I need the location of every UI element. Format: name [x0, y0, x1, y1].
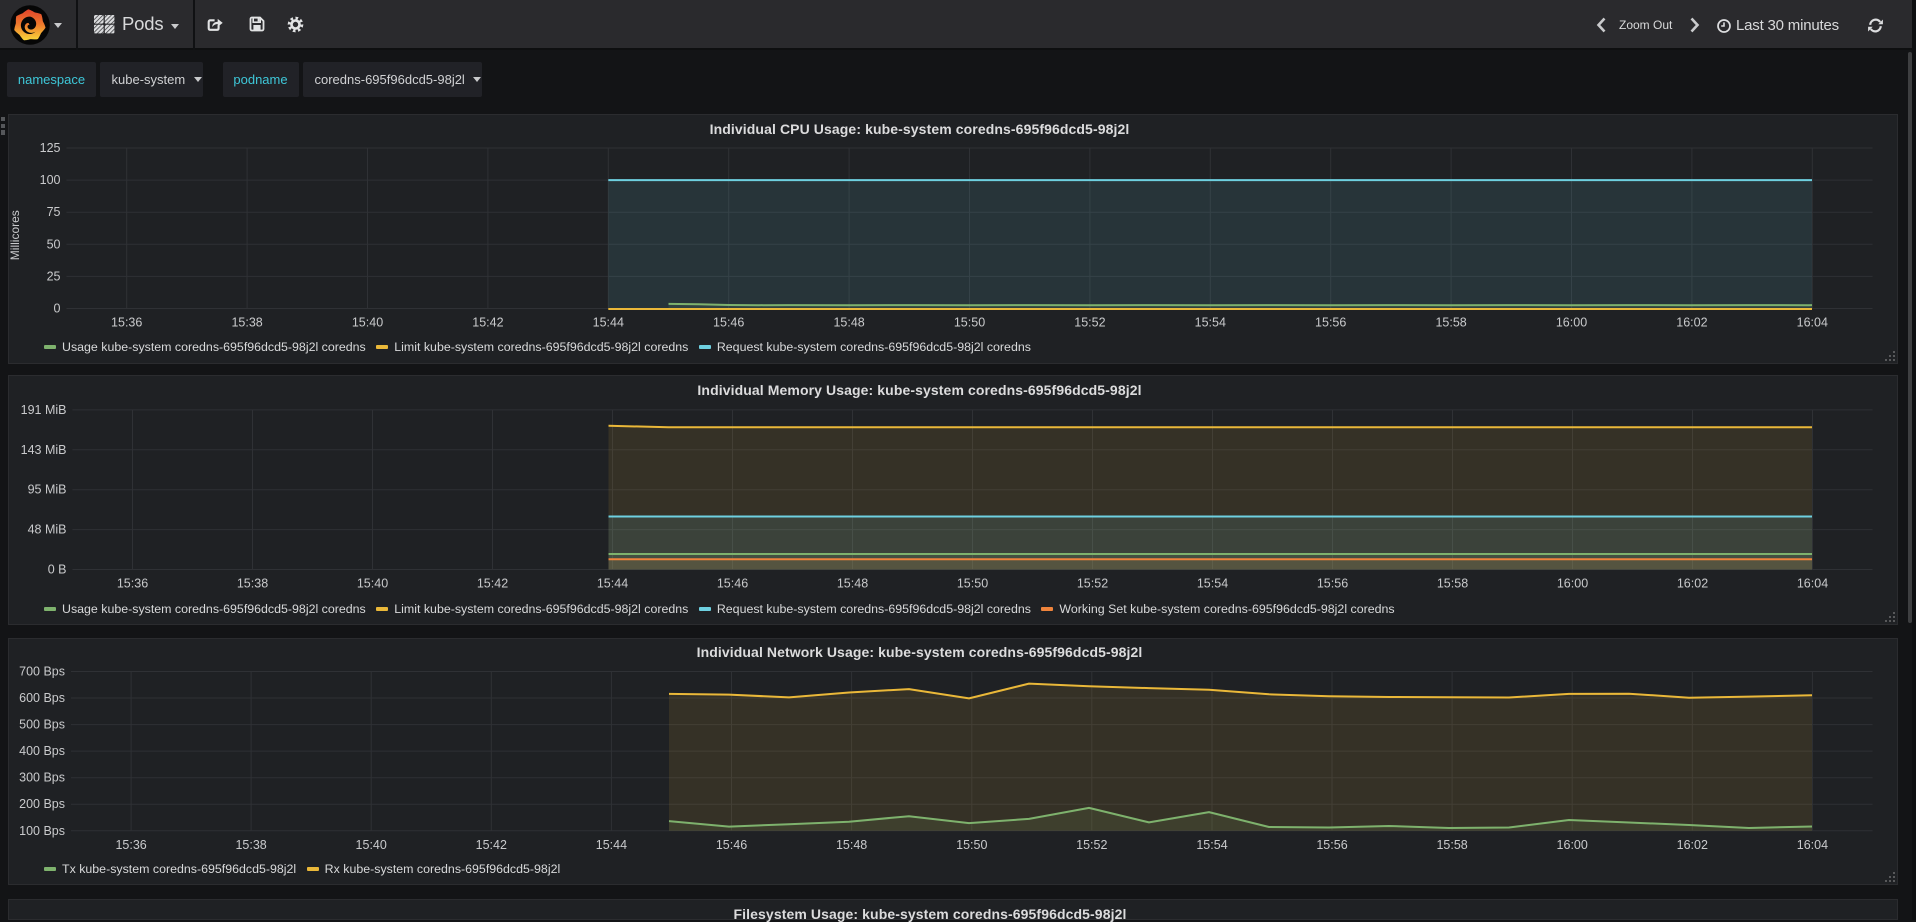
svg-text:25: 25	[47, 269, 61, 283]
svg-text:16:00: 16:00	[1557, 577, 1588, 591]
svg-text:16:04: 16:04	[1797, 577, 1828, 591]
svg-text:15:54: 15:54	[1195, 316, 1226, 330]
svg-text:15:36: 15:36	[115, 838, 146, 852]
svg-text:15:58: 15:58	[1437, 577, 1468, 591]
svg-text:16:04: 16:04	[1797, 316, 1828, 330]
svg-text:143 MiB: 143 MiB	[21, 443, 67, 457]
svg-text:16:00: 16:00	[1557, 838, 1588, 852]
svg-text:15:42: 15:42	[472, 316, 503, 330]
svg-text:15:36: 15:36	[111, 316, 142, 330]
svg-text:125: 125	[40, 141, 61, 155]
svg-text:200 Bps: 200 Bps	[19, 797, 65, 811]
svg-text:15:36: 15:36	[117, 577, 148, 591]
svg-text:500 Bps: 500 Bps	[19, 717, 65, 731]
svg-text:15:52: 15:52	[1074, 316, 1105, 330]
svg-text:16:04: 16:04	[1797, 838, 1828, 852]
svg-text:16:02: 16:02	[1676, 316, 1707, 330]
svg-text:15:56: 15:56	[1317, 577, 1348, 591]
svg-text:15:40: 15:40	[356, 838, 387, 852]
svg-text:15:58: 15:58	[1435, 316, 1466, 330]
svg-text:15:50: 15:50	[957, 577, 988, 591]
svg-text:15:54: 15:54	[1196, 838, 1227, 852]
svg-text:15:54: 15:54	[1197, 577, 1228, 591]
svg-text:16:00: 16:00	[1556, 316, 1587, 330]
svg-text:15:42: 15:42	[477, 577, 508, 591]
svg-text:600 Bps: 600 Bps	[19, 691, 65, 705]
svg-text:100: 100	[40, 173, 61, 187]
svg-text:15:38: 15:38	[231, 316, 262, 330]
svg-text:15:38: 15:38	[237, 577, 268, 591]
svg-text:15:48: 15:48	[836, 838, 867, 852]
svg-text:16:02: 16:02	[1677, 577, 1708, 591]
svg-text:15:48: 15:48	[837, 577, 868, 591]
svg-text:0 B: 0 B	[48, 563, 67, 577]
svg-text:16:02: 16:02	[1677, 838, 1708, 852]
svg-text:15:52: 15:52	[1077, 577, 1108, 591]
svg-text:0: 0	[54, 302, 61, 316]
svg-text:15:52: 15:52	[1076, 838, 1107, 852]
svg-text:15:44: 15:44	[597, 577, 628, 591]
svg-text:50: 50	[47, 237, 61, 251]
svg-text:15:58: 15:58	[1436, 838, 1467, 852]
svg-text:15:48: 15:48	[833, 316, 864, 330]
svg-text:48 MiB: 48 MiB	[28, 523, 67, 537]
svg-text:15:38: 15:38	[235, 838, 266, 852]
svg-text:75: 75	[47, 205, 61, 219]
svg-text:15:44: 15:44	[593, 316, 624, 330]
svg-text:100 Bps: 100 Bps	[19, 823, 65, 837]
svg-text:15:50: 15:50	[954, 316, 985, 330]
svg-text:15:44: 15:44	[596, 838, 627, 852]
svg-text:15:46: 15:46	[713, 316, 744, 330]
svg-text:15:50: 15:50	[956, 838, 987, 852]
svg-text:15:56: 15:56	[1315, 316, 1346, 330]
svg-text:15:46: 15:46	[716, 838, 747, 852]
svg-text:700 Bps: 700 Bps	[19, 664, 65, 678]
svg-text:15:40: 15:40	[352, 316, 383, 330]
svg-text:300 Bps: 300 Bps	[19, 770, 65, 784]
svg-text:15:40: 15:40	[357, 577, 388, 591]
svg-text:15:46: 15:46	[717, 577, 748, 591]
svg-text:15:56: 15:56	[1316, 838, 1347, 852]
svg-text:95 MiB: 95 MiB	[28, 483, 67, 497]
svg-text:15:42: 15:42	[476, 838, 507, 852]
svg-text:Millicores: Millicores	[8, 210, 22, 260]
svg-text:400 Bps: 400 Bps	[19, 744, 65, 758]
svg-text:191 MiB: 191 MiB	[21, 403, 67, 417]
